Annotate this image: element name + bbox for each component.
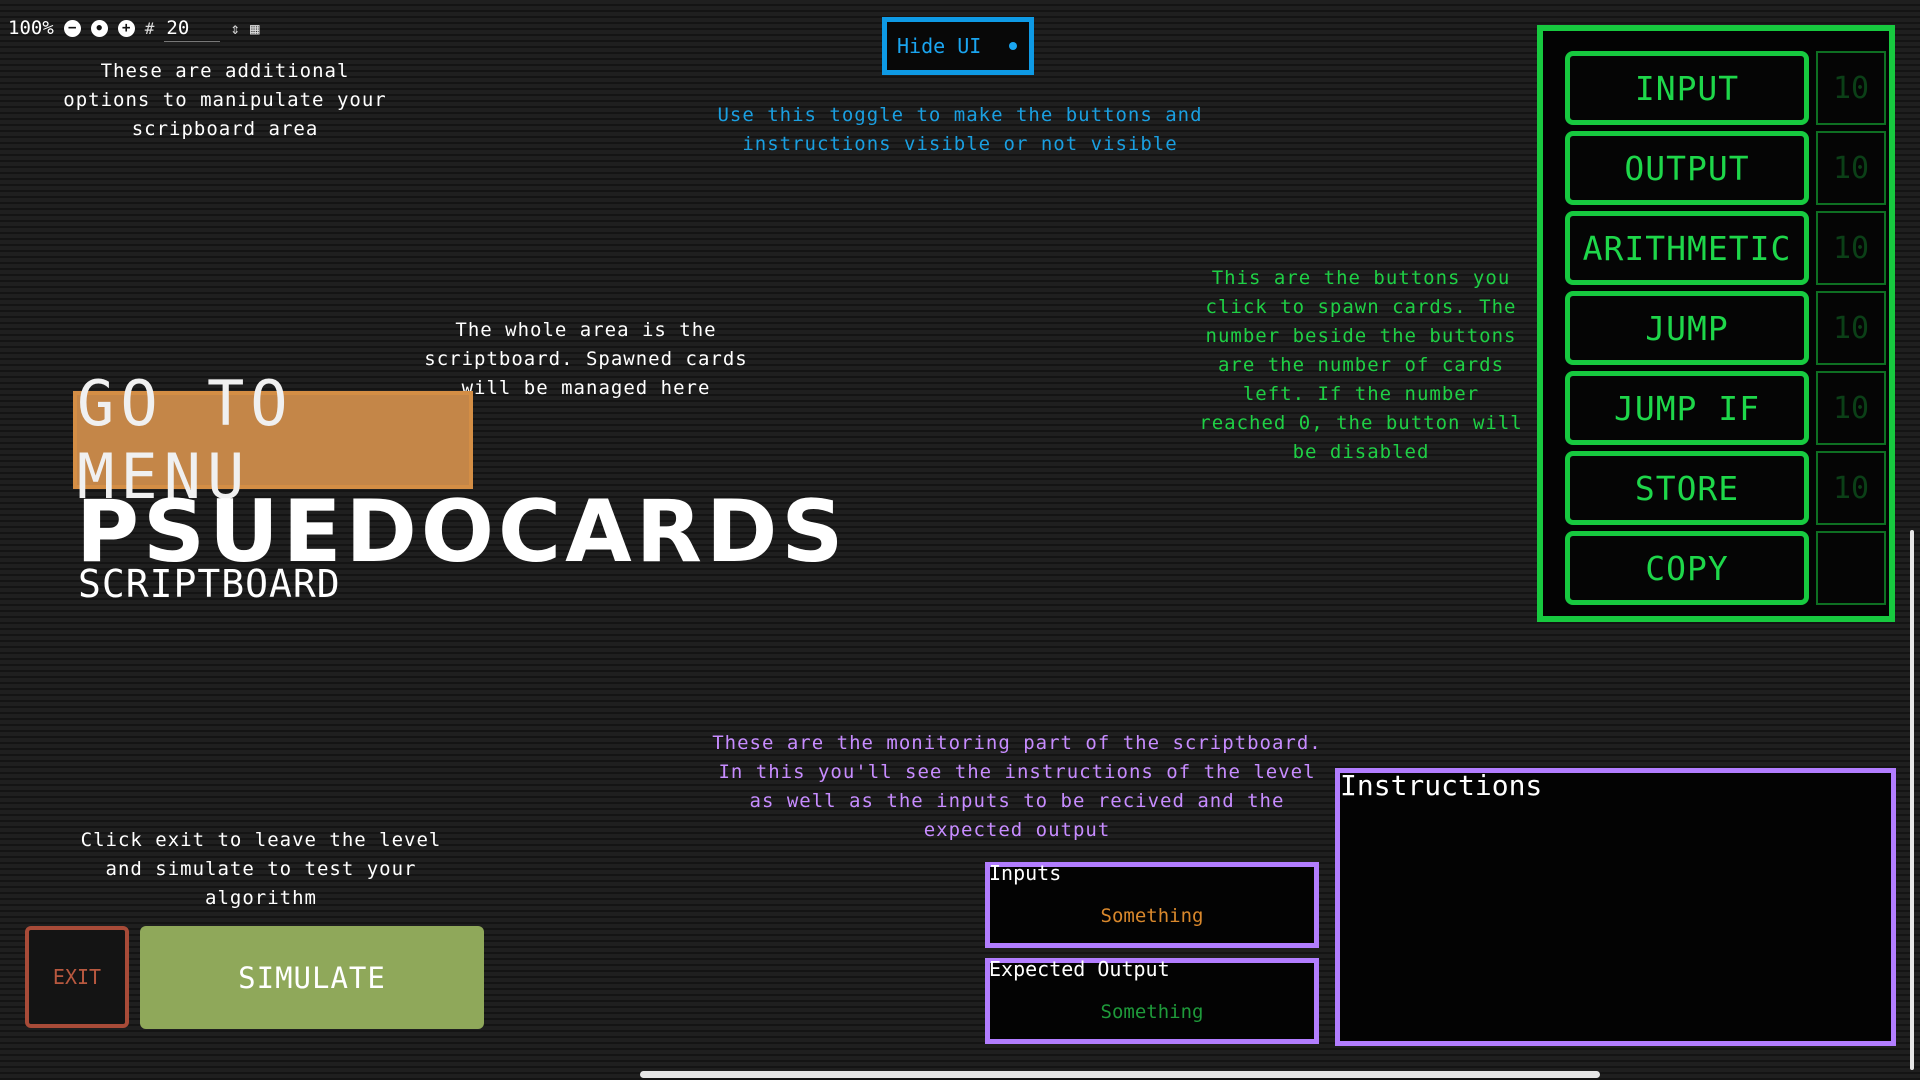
vertical-scrollbar[interactable] [1910,530,1914,1070]
spawn-note: This are the buttons you click to spawn … [1199,267,1523,463]
jump-card-count: 10 [1816,291,1886,365]
input-card-count: 10 [1816,51,1886,125]
spawn-input-button[interactable]: INPUT [1565,51,1809,125]
spawn-output-button[interactable]: OUTPUT [1565,131,1809,205]
spawn-cards-panel: INPUT 10 OUTPUT 10 ARITHMETIC 10 JUMP 10… [1537,25,1895,622]
grid-icon: # [144,18,155,38]
copy-card-count [1816,531,1886,605]
zoom-reset-icon[interactable]: ● [90,19,108,37]
zoom-in-icon[interactable]: + [117,19,135,37]
spawn-arithmetic-button[interactable]: ARITHMETIC [1565,211,1809,285]
spawn-copy-button[interactable]: COPY [1565,531,1809,605]
jump-if-card-count: 10 [1816,371,1886,445]
zoom-out-icon[interactable]: − [63,19,81,37]
hide-ui-toggle[interactable]: Hide UI [882,17,1034,75]
spawn-store-button[interactable]: STORE [1565,451,1809,525]
options-note: These are additional options to manipula… [63,60,387,140]
exit-simulate-note: Click exit to leave the level and simula… [80,829,442,909]
inputs-label: Inputs [989,861,1062,885]
zoom-level: 100% [8,17,54,39]
monitoring-note: These are the monitoring part of the scr… [712,732,1322,841]
zoom-toolbar: 100% − ● + # ⇕ ▦ [8,14,260,42]
grid-size-stepper-icon[interactable]: ⇕ [230,19,240,38]
inputs-panel: Inputs Something [985,861,1319,948]
instructions-panel: Instructions [1335,768,1896,1046]
simulate-button[interactable]: SIMULATE [140,926,484,1029]
store-card-count: 10 [1816,451,1886,525]
instructions-label: Instructions [1340,769,1543,802]
arithmetic-card-count: 10 [1816,211,1886,285]
minimap-icon[interactable]: ▦ [250,19,260,38]
grid-size-input[interactable] [164,14,221,42]
exit-button[interactable]: EXIT [25,926,129,1028]
toggle-indicator-icon [1009,42,1018,50]
horizontal-scrollbar[interactable] [640,1071,1600,1078]
expected-output-label: Expected Output [989,957,1170,981]
go-to-menu-button[interactable]: GO TO MENU [73,367,473,513]
toggle-note: Use this toggle to make the buttons and … [717,104,1203,155]
spawn-jump-if-button[interactable]: JUMP IF [1565,371,1809,445]
inputs-value: Something [1100,905,1204,927]
expected-output-value: Something [1100,1001,1204,1023]
expected-output-panel: Expected Output Something [985,957,1319,1044]
logo-subtitle: SCRIPTBOARD [78,562,341,606]
output-card-count: 10 [1816,131,1886,205]
hide-ui-label: Hide UI [897,34,982,58]
spawn-jump-button[interactable]: JUMP [1565,291,1809,365]
